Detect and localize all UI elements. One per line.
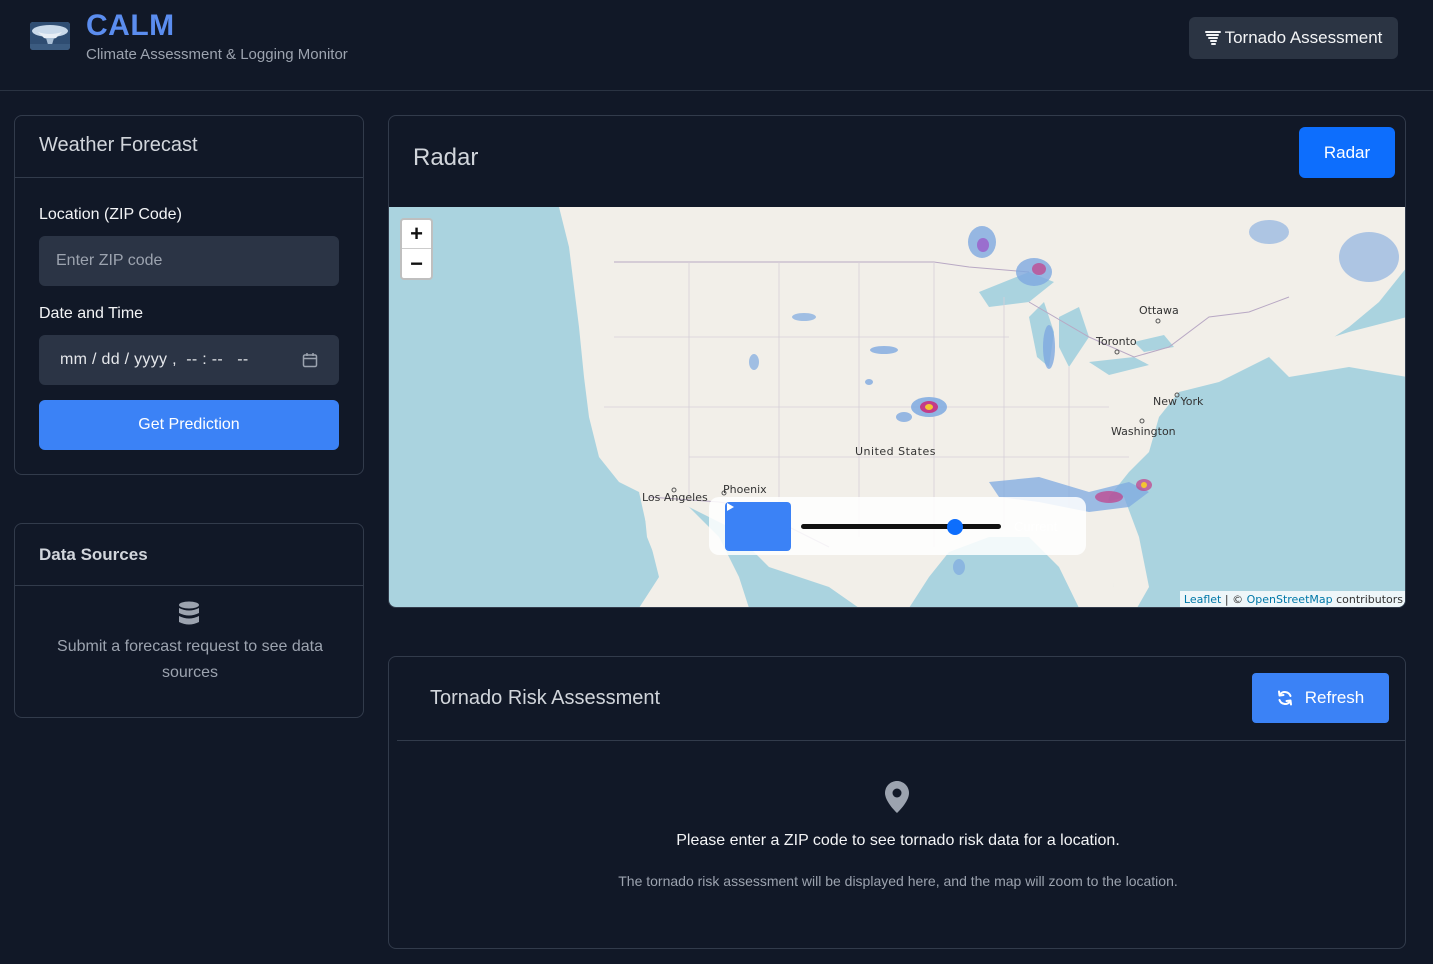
play-icon [727, 503, 734, 511]
data-sources-title: Data Sources [39, 545, 148, 564]
city-label-los-angeles: Los Angeles [642, 491, 708, 504]
tornado-risk-message: Please enter a ZIP code to see tornado r… [676, 832, 1120, 849]
data-sources-message: Submit a forecast request to see data so… [57, 638, 323, 681]
datetime-input[interactable]: mm / dd / yyyy , -- : -- -- [39, 335, 339, 385]
refresh-icon [1277, 690, 1292, 706]
attribution-contributors: contributors [1332, 593, 1403, 606]
play-button[interactable] [725, 502, 791, 551]
openstreetmap-link[interactable]: OpenStreetMap [1247, 593, 1333, 606]
refresh-button[interactable]: Refresh [1252, 673, 1389, 723]
location-label: Location (ZIP Code) [39, 206, 182, 223]
location-pin-icon [885, 781, 909, 813]
weather-forecast-header: Weather Forecast [15, 116, 363, 178]
city-label-ottawa: Ottawa [1139, 304, 1179, 317]
map-attribution: Leaflet | © OpenStreetMap contributors [1179, 591, 1405, 607]
weather-forecast-title: Weather Forecast [39, 134, 198, 156]
timeline-current-label: Current [1014, 519, 1058, 534]
calendar-icon[interactable] [302, 352, 318, 368]
tornado-risk-submessage: The tornado risk assessment will be disp… [618, 873, 1178, 889]
city-label-washington: Washington [1111, 425, 1176, 438]
radar-map[interactable]: + − Ottawa Toronto New York Washington U… [389, 207, 1405, 607]
refresh-label: Refresh [1304, 688, 1365, 707]
radar-title: Radar [413, 144, 479, 171]
datetime-placeholder: mm / dd / yyyy , -- : -- -- [60, 351, 249, 368]
get-prediction-button[interactable]: Get Prediction [39, 400, 339, 450]
tornado-risk-title: Tornado Risk Assessment [430, 687, 661, 709]
radar-button[interactable]: Radar [1299, 127, 1395, 178]
tornado-icon [1204, 31, 1221, 45]
radar-timeline-control: Current [709, 497, 1086, 555]
data-sources-header: Data Sources [15, 524, 363, 586]
zoom-out-button[interactable]: − [402, 249, 431, 278]
weather-forecast-card: Weather Forecast Location (ZIP Code) Ent… [14, 115, 364, 475]
timeline-slider-handle[interactable] [947, 519, 963, 535]
zoom-in-button[interactable]: + [402, 220, 431, 249]
app-header: CALM Climate Assessment & Logging Monito… [0, 0, 1433, 91]
city-label-toronto: Toronto [1096, 335, 1137, 348]
data-sources-card: Data Sources Submit a forecast request t… [14, 523, 364, 718]
zip-code-input[interactable]: Enter ZIP code [39, 236, 339, 286]
leaflet-link[interactable]: Leaflet [1184, 593, 1221, 606]
tornado-risk-header: Tornado Risk Assessment Refresh [397, 657, 1406, 741]
city-label-phoenix: Phoenix [723, 483, 767, 496]
zoom-control: + − [400, 218, 433, 280]
tornado-assessment-button[interactable]: Tornado Assessment [1189, 17, 1398, 59]
radar-card: Radar Radar + − Ottawa Toronto New York … [388, 115, 1406, 608]
app-subtitle: Climate Assessment & Logging Monitor [86, 46, 348, 63]
datetime-label: Date and Time [39, 305, 144, 322]
database-icon [179, 601, 199, 625]
country-label-united-states: United States [855, 445, 936, 458]
tornado-risk-card: Tornado Risk Assessment Refresh Please e… [388, 656, 1406, 949]
attribution-separator: | © [1221, 593, 1247, 606]
city-label-new-york: New York [1153, 395, 1204, 408]
tornado-assessment-label: Tornado Assessment [1224, 28, 1383, 47]
app-title: CALM [86, 9, 175, 42]
tornado-logo [30, 22, 70, 50]
timeline-slider[interactable] [801, 524, 1001, 529]
